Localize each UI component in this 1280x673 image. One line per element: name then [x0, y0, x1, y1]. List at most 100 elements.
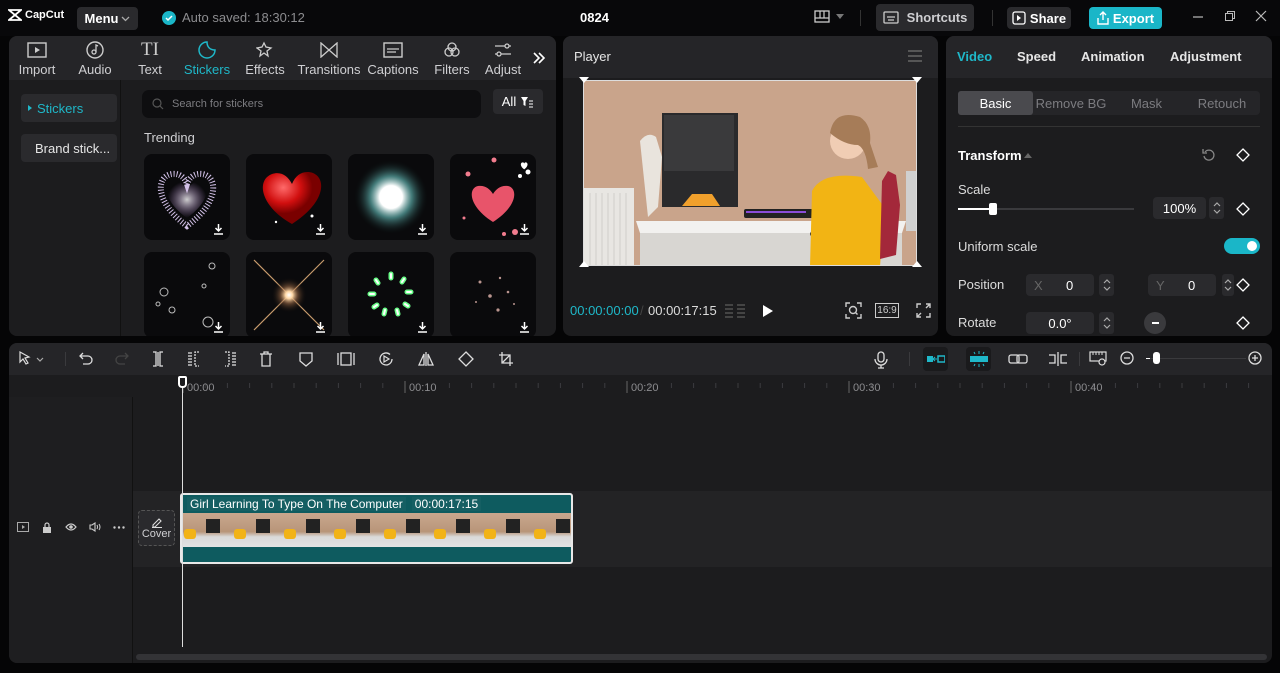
toggle-visibility-button[interactable]: [65, 522, 77, 532]
position-x-field[interactable]: X 0: [1026, 274, 1094, 296]
sticker-search-input[interactable]: Search for stickers: [142, 90, 481, 118]
mark-button[interactable]: [299, 351, 313, 367]
subtab-basic[interactable]: Basic: [958, 91, 1033, 115]
sticker-item[interactable]: [246, 252, 332, 336]
sticker-item[interactable]: [450, 252, 536, 336]
position-x-stepper[interactable]: [1099, 274, 1114, 296]
rotate-dial[interactable]: [1144, 312, 1166, 334]
download-button[interactable]: [315, 321, 326, 333]
more-tabs-button[interactable]: [532, 51, 546, 65]
crop-handle-icon[interactable]: [912, 261, 922, 267]
category-stickers[interactable]: Stickers: [21, 94, 117, 122]
scale-slider-handle[interactable]: [989, 203, 998, 215]
position-y-field[interactable]: Y 0: [1148, 274, 1216, 296]
time-ruler[interactable]: 00:00 00:10 00:20 00:30 00:40: [9, 375, 1272, 397]
tab-filters[interactable]: Filters: [432, 40, 472, 77]
main-track-magnet-button[interactable]: [923, 347, 948, 371]
sticker-item[interactable]: [144, 252, 230, 336]
position-y-stepper[interactable]: [1222, 274, 1234, 296]
tab-adjust[interactable]: Adjust: [483, 40, 523, 77]
shortcuts-button[interactable]: Shortcuts: [876, 4, 974, 31]
keyframe-rotate-button[interactable]: [1236, 316, 1250, 330]
tab-speed[interactable]: Speed: [1017, 49, 1056, 64]
tab-text[interactable]: TI Text: [133, 39, 167, 77]
video-preview[interactable]: [583, 80, 917, 266]
delete-button[interactable]: [259, 351, 273, 367]
tab-video[interactable]: Video: [957, 49, 992, 64]
share-button[interactable]: Share: [1007, 7, 1071, 29]
scale-slider[interactable]: [958, 203, 1134, 215]
fullscreen-button[interactable]: [916, 303, 931, 318]
subtab-retouch[interactable]: Retouch: [1184, 91, 1260, 115]
download-button[interactable]: [417, 223, 428, 235]
download-button[interactable]: [417, 321, 428, 333]
split-button[interactable]: [151, 351, 165, 367]
zoom-out-button[interactable]: [1120, 351, 1135, 366]
select-tool-button[interactable]: [18, 351, 44, 367]
download-button[interactable]: [519, 223, 530, 235]
tab-adjustment[interactable]: Adjustment: [1170, 49, 1242, 64]
mirror-button[interactable]: [418, 351, 434, 367]
timeline-ruler-zoom-button[interactable]: [1089, 351, 1107, 367]
toggle-audio-button[interactable]: [89, 522, 101, 532]
sticker-item[interactable]: [450, 154, 536, 240]
close-button[interactable]: [1255, 10, 1267, 22]
download-button[interactable]: [213, 223, 224, 235]
sticker-item[interactable]: [144, 154, 230, 240]
record-audio-button[interactable]: [874, 351, 888, 369]
filter-dropdown[interactable]: All: [493, 89, 543, 114]
crop-handle-icon[interactable]: [579, 77, 589, 83]
download-button[interactable]: [213, 321, 224, 333]
waveform-toggle[interactable]: [724, 303, 746, 319]
export-button[interactable]: Export: [1089, 7, 1162, 29]
preview-axis-button[interactable]: [1048, 352, 1068, 366]
tab-stickers[interactable]: Stickers: [183, 40, 231, 77]
aspect-ratio-button[interactable]: 16:9: [875, 303, 899, 318]
crop-handle-icon[interactable]: [912, 77, 922, 83]
split-right-button[interactable]: [223, 351, 237, 367]
scale-stepper[interactable]: [1209, 197, 1224, 219]
timeline-zoom-slider[interactable]: [1146, 352, 1246, 364]
split-left-button[interactable]: [187, 351, 201, 367]
sticker-item[interactable]: [348, 154, 434, 240]
tab-audio[interactable]: Audio: [75, 40, 115, 77]
category-brand-stickers[interactable]: Brand stick...: [21, 134, 117, 162]
reverse-button[interactable]: [378, 351, 394, 367]
menu-button[interactable]: Menu: [77, 7, 138, 30]
sticker-item[interactable]: [348, 252, 434, 336]
freeze-frame-button[interactable]: [337, 351, 355, 367]
reset-transform-button[interactable]: [1202, 148, 1216, 162]
minimize-button[interactable]: [1192, 10, 1204, 22]
playhead-handle[interactable]: [178, 376, 187, 388]
crop-handle-icon[interactable]: [579, 261, 589, 267]
zoom-fit-button[interactable]: [845, 302, 862, 319]
player-menu-button[interactable]: [908, 50, 922, 62]
redo-button[interactable]: [115, 351, 129, 365]
video-clip[interactable]: Girl Learning To Type On The Computer 00…: [180, 493, 573, 564]
timeline-horizontal-scrollbar[interactable]: [136, 654, 1267, 660]
rotate-button[interactable]: [458, 351, 474, 367]
download-button[interactable]: [519, 321, 530, 333]
sticker-item[interactable]: [246, 154, 332, 240]
subtab-mask[interactable]: Mask: [1109, 91, 1184, 115]
link-button[interactable]: [1008, 353, 1028, 365]
rotate-value-field[interactable]: 0.0°: [1026, 312, 1094, 334]
crop-button[interactable]: [498, 351, 514, 367]
keyframe-scale-button[interactable]: [1236, 202, 1250, 216]
tab-import[interactable]: Import: [17, 40, 57, 77]
zoom-slider-handle[interactable]: [1153, 352, 1160, 364]
uniform-scale-toggle[interactable]: [1224, 238, 1260, 254]
tab-animation[interactable]: Animation: [1081, 49, 1145, 64]
tab-effects[interactable]: Effects: [242, 40, 288, 77]
tab-transitions[interactable]: Transitions: [297, 40, 361, 77]
keyframe-position-button[interactable]: [1236, 278, 1250, 292]
layout-button[interactable]: [814, 10, 844, 23]
cover-button[interactable]: Cover: [138, 510, 175, 546]
scale-value-field[interactable]: 100%: [1153, 197, 1206, 219]
lock-track-button[interactable]: [42, 522, 52, 533]
play-button[interactable]: [762, 304, 774, 318]
track-more-button[interactable]: [113, 526, 125, 529]
rotate-stepper[interactable]: [1099, 312, 1114, 334]
auto-snap-button[interactable]: [966, 347, 991, 371]
zoom-in-button[interactable]: [1248, 351, 1263, 366]
